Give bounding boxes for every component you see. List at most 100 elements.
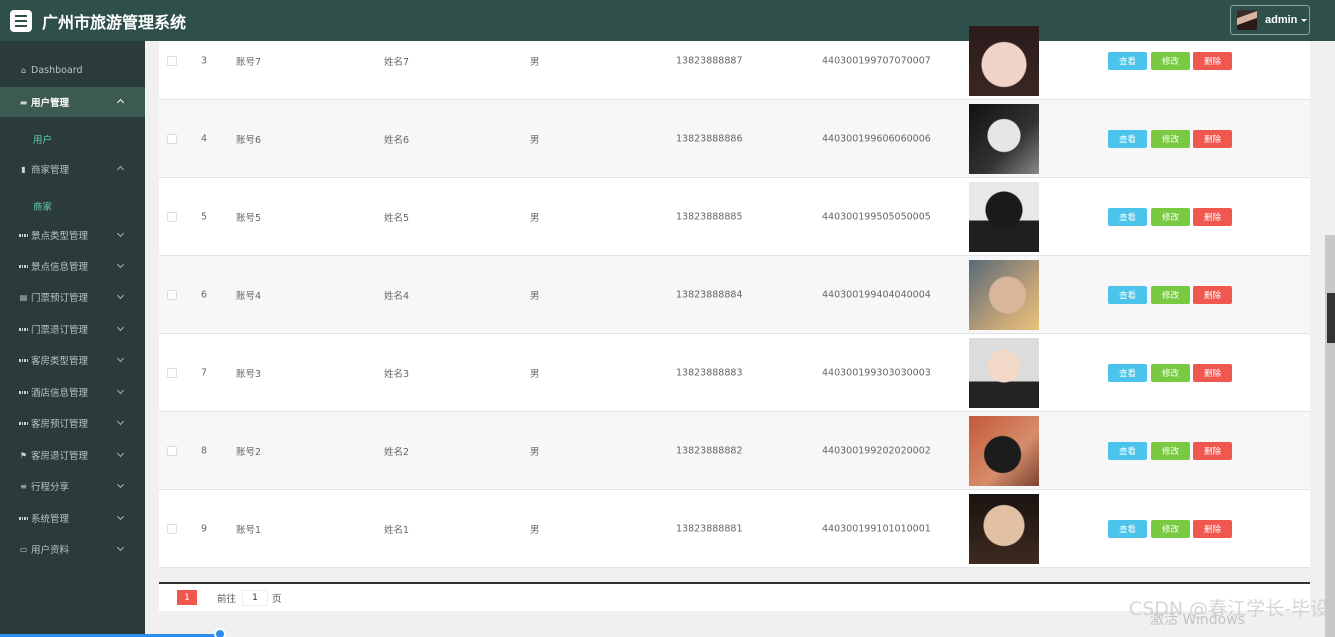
row-photo (969, 182, 1039, 252)
view-button[interactable]: 查看 (1108, 519, 1147, 538)
view-button[interactable]: 查看 (1108, 441, 1147, 460)
delete-button[interactable]: 删除 (1193, 285, 1232, 304)
edit-button[interactable]: 修改 (1151, 519, 1190, 538)
row-phone: 13823888885 (676, 211, 743, 222)
sidebar-item-system[interactable]: 系统管理 (0, 503, 145, 533)
edit-button[interactable]: 修改 (1151, 129, 1190, 148)
sidebar-item-room-type[interactable]: 客房类型管理 (0, 345, 145, 375)
row-idcard: 440300199202020002 (822, 445, 931, 456)
sidebar-item-ticket-booking[interactable]: ▤ 门票预订管理 (0, 282, 145, 312)
delete-button[interactable]: 删除 (1193, 363, 1232, 382)
row-photo (969, 104, 1039, 174)
delete-button[interactable]: 删除 (1193, 51, 1232, 70)
row-checkbox[interactable] (167, 55, 177, 66)
sidebar-item-hotel-info[interactable]: 酒店信息管理 (0, 377, 145, 407)
chevron-down-icon (116, 417, 125, 426)
grid-icon (19, 262, 28, 271)
row-account: 账号4 (236, 290, 262, 302)
page-number-current[interactable]: 1 (177, 590, 197, 605)
row-name: 姓名3 (384, 368, 410, 380)
row-gender: 男 (530, 368, 540, 380)
row-name: 姓名2 (384, 446, 410, 458)
chevron-down-icon (116, 260, 125, 269)
row-phone: 13823888887 (676, 55, 743, 66)
building-icon: ▮ (21, 164, 26, 174)
row-name: 姓名7 (384, 56, 410, 68)
grid-icon (19, 356, 28, 365)
home-icon: ⌂ (20, 65, 27, 75)
row-checkbox[interactable] (167, 367, 177, 378)
sidebar-item-label: 用户资料 (31, 545, 70, 556)
edit-button[interactable]: 修改 (1151, 441, 1190, 460)
sidebar-item-scenic-info[interactable]: 景点信息管理 (0, 251, 145, 281)
sidebar-item-label: 酒店信息管理 (31, 388, 89, 399)
sidebar: ⌂ Dashboard ▬ 用户管理 用户 ▮ 商家管理 商家 景点类型管理 景… (0, 41, 226, 637)
chevron-down-icon (116, 512, 125, 521)
row-photo (969, 494, 1039, 564)
sidebar-item-room-cancel[interactable]: ⚑ 客房退订管理 (0, 440, 145, 470)
row-index: 4 (201, 133, 208, 144)
card-icon: ▭ (19, 544, 28, 554)
edit-button[interactable]: 修改 (1151, 207, 1190, 226)
edit-button[interactable]: 修改 (1151, 285, 1190, 304)
sidebar-item-trip-share[interactable]: ≡ 行程分享 (0, 471, 145, 501)
sidebar-item-dashboard[interactable]: ⌂ Dashboard (0, 55, 145, 85)
table-row: 8 账号2 姓名2 男 13823888882 4403001992020200… (159, 412, 1310, 490)
table-row: 9 账号1 姓名1 男 13823888881 4403001991010100… (159, 490, 1310, 568)
row-index: 3 (201, 55, 208, 66)
row-checkbox[interactable] (167, 523, 177, 534)
sidebar-subitem-merchant[interactable]: 商家 (33, 199, 52, 213)
delete-button[interactable]: 删除 (1193, 441, 1232, 460)
sidebar-item-user-management[interactable]: ▬ 用户管理 (0, 87, 145, 117)
chevron-down-icon (116, 229, 125, 238)
sidebar-item-merchant-management[interactable]: ▮ 商家管理 (0, 154, 145, 184)
sidebar-item-label: 商家管理 (31, 165, 70, 176)
row-photo (969, 26, 1039, 96)
sidebar-item-room-booking[interactable]: 客房预订管理 (0, 408, 145, 438)
row-checkbox[interactable] (167, 133, 177, 144)
sidebar-item-label: 行程分享 (31, 482, 70, 493)
view-button[interactable]: 查看 (1108, 363, 1147, 382)
sidebar-item-label: Dashboard (31, 64, 83, 76)
edit-button[interactable]: 修改 (1151, 51, 1190, 70)
sidebar-subitem-user[interactable]: 用户 (33, 132, 52, 146)
row-checkbox[interactable] (167, 445, 177, 456)
sidebar-item-label: 景点信息管理 (31, 262, 89, 273)
view-button[interactable]: 查看 (1108, 51, 1147, 70)
sidebar-item-profile[interactable]: ▭ 用户资料 (0, 534, 145, 564)
sidebar-item-label: 客房类型管理 (31, 356, 89, 367)
view-button[interactable]: 查看 (1108, 207, 1147, 226)
sidebar-item-ticket-cancel[interactable]: 门票退订管理 (0, 314, 145, 344)
row-phone: 13823888882 (676, 445, 743, 456)
sidebar-item-label: 客房预订管理 (31, 419, 89, 430)
view-button[interactable]: 查看 (1108, 129, 1147, 148)
row-gender: 男 (530, 212, 540, 224)
row-index: 7 (201, 367, 208, 378)
grid-icon (19, 388, 28, 397)
table-row: 5 账号5 姓名5 男 13823888885 4403001995050500… (159, 178, 1310, 256)
row-checkbox[interactable] (167, 211, 177, 222)
row-gender: 男 (530, 446, 540, 458)
csdn-watermark: CSDN @春江学长-毕设 (1128, 598, 1329, 620)
row-gender: 男 (530, 134, 540, 146)
goto-page-input[interactable]: 1 (242, 589, 269, 606)
scrollbar-handle[interactable] (1327, 293, 1335, 343)
row-photo (969, 416, 1039, 486)
row-checkbox[interactable] (167, 289, 177, 300)
flag-icon: ⚑ (19, 450, 28, 460)
row-idcard: 440300199101010001 (822, 523, 931, 534)
row-idcard: 440300199707070007 (822, 55, 931, 66)
chevron-down-icon (116, 386, 125, 395)
row-index: 6 (201, 289, 208, 300)
book-icon: ▤ (19, 292, 28, 302)
row-name: 姓名4 (384, 290, 410, 302)
chevron-down-icon (116, 449, 125, 458)
sidebar-item-scenic-type[interactable]: 景点类型管理 (0, 220, 145, 250)
menu-toggle-button[interactable] (10, 9, 32, 32)
edit-button[interactable]: 修改 (1151, 363, 1190, 382)
delete-button[interactable]: 删除 (1193, 129, 1232, 148)
delete-button[interactable]: 删除 (1193, 519, 1232, 538)
row-name: 姓名6 (384, 134, 410, 146)
view-button[interactable]: 查看 (1108, 285, 1147, 304)
delete-button[interactable]: 删除 (1193, 207, 1232, 226)
